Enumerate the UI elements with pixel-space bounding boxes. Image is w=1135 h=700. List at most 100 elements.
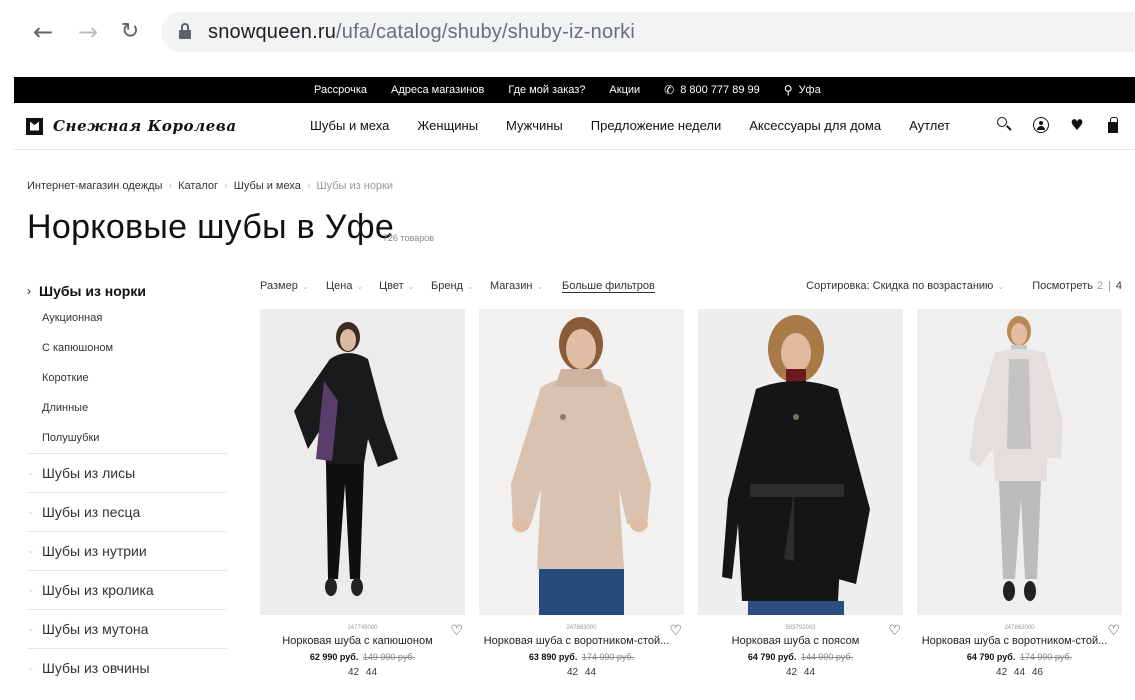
nav-women[interactable]: Женщины xyxy=(417,118,478,133)
product-card[interactable]: 247862000 Норковая шуба с воротником-сто… xyxy=(917,309,1122,678)
add-to-favorites-heart-icon[interactable]: ♡ xyxy=(1107,623,1120,639)
breadcrumb-catalog[interactable]: Каталог xyxy=(178,180,218,192)
product-sku: 503792003 xyxy=(785,625,816,631)
breadcrumb: Интернет-магазин одежды › Каталог › Шубы и… xyxy=(27,180,393,192)
chevron-down-icon: ⌄ xyxy=(536,282,544,291)
sidebar-item-mink[interactable]: › Шубы из норки xyxy=(27,278,227,303)
breadcrumb-home[interactable]: Интернет-магазин одежды xyxy=(27,180,162,192)
favorites-heart-icon[interactable]: ♥ xyxy=(1069,117,1085,133)
product-count: 726 товаров xyxy=(383,233,435,243)
forward-arrow-icon[interactable]: → xyxy=(74,18,102,46)
topbar-promotions-link[interactable]: Акции xyxy=(609,84,640,96)
product-name[interactable]: Норковая шуба с капюшоном xyxy=(260,635,465,647)
topbar-store-addresses-link[interactable]: Адреса магазинов xyxy=(391,84,484,96)
product-name[interactable]: Норковая шуба с воротником-стой... xyxy=(479,635,684,647)
product-name[interactable]: Норковая шуба с поясом xyxy=(698,635,903,647)
filter-size[interactable]: Размер ⌄ xyxy=(260,280,309,292)
url-text[interactable]: snowqueen.ru/ufa/catalog/shuby/shuby-iz-… xyxy=(208,21,635,44)
chevron-down-icon: ⌄ xyxy=(356,282,364,291)
sidebar-subitem-short[interactable]: Короткие xyxy=(27,363,227,393)
nav-outlet[interactable]: Аутлет xyxy=(909,118,950,133)
topbar-city-selector[interactable]: ⚲ Уфа xyxy=(784,83,821,97)
lock-icon[interactable] xyxy=(179,23,191,39)
shopping-bag-icon[interactable] xyxy=(1105,117,1121,133)
header-icons: ♥ xyxy=(997,117,1121,133)
breadcrumb-separator: › xyxy=(168,180,173,192)
chevron-down-icon: ⌄ xyxy=(27,624,35,634)
browser-toolbar: ← → ↻ snowqueen.ru/ufa/catalog/shuby/shu… xyxy=(0,0,1135,64)
product-card[interactable]: 247748000 Норковая шуба с капюшоном 62 9… xyxy=(260,309,465,678)
filter-store[interactable]: Магазин ⌄ xyxy=(490,280,543,292)
topbar-installment-link[interactable]: Рассрочка xyxy=(314,84,367,96)
page-title: Норковые шубы в Уфе xyxy=(27,208,395,246)
product-sizes: 42 44 46 xyxy=(996,667,1043,678)
filter-bar: Размер ⌄ Цена ⌄ Цвет ⌄ Бренд ⌄ Магазин ⌄ Боль… xyxy=(260,280,1122,296)
product-image[interactable] xyxy=(698,309,903,615)
sort-dropdown[interactable]: Сортировка: Скидка по возрастанию ⌄ xyxy=(806,280,1004,292)
address-bar[interactable]: snowqueen.ru/ufa/catalog/shuby/shuby-iz-… xyxy=(161,12,1135,52)
sidebar-item-nutria[interactable]: ⌄ Шубы из нутрии xyxy=(27,531,227,570)
breadcrumb-furs[interactable]: Шубы и меха xyxy=(234,180,301,192)
filter-brand[interactable]: Бренд ⌄ xyxy=(431,280,474,292)
logo-text: Снежная Королева xyxy=(53,117,237,135)
chevron-down-icon: ⌄ xyxy=(27,663,35,673)
nav-men[interactable]: Мужчины xyxy=(506,118,563,133)
search-icon[interactable] xyxy=(997,117,1013,133)
nav-weekly-offer[interactable]: Предложение недели xyxy=(591,118,721,133)
sidebar-subitem-auction[interactable]: Аукционная xyxy=(27,303,227,333)
product-price: 62 990 руб. 149 990 руб. xyxy=(309,652,416,662)
product-name[interactable]: Норковая шуба с воротником-стой... xyxy=(917,635,1122,647)
product-price: 64 790 руб. 144 990 руб. xyxy=(747,652,854,662)
site-header: Снежная Королева Шубы и меха Женщины Муж… xyxy=(14,103,1135,150)
sidebar-item-rabbit[interactable]: ⌄ Шубы из кролика xyxy=(27,570,227,609)
breadcrumb-current: Шубы из норки xyxy=(316,180,394,192)
product-sizes: 42 44 xyxy=(566,667,597,678)
view-4-columns[interactable]: 4 xyxy=(1116,280,1122,292)
chevron-down-icon: ⌄ xyxy=(301,282,309,291)
main-nav: Шубы и меха Женщины Мужчины Предложение … xyxy=(310,118,978,133)
filter-color[interactable]: Цвет ⌄ xyxy=(379,280,414,292)
product-sku: 247862000 xyxy=(1004,625,1035,631)
location-pin-icon: ⚲ xyxy=(783,83,793,97)
chevron-down-icon: ⌄ xyxy=(27,585,35,595)
add-to-favorites-heart-icon[interactable]: ♡ xyxy=(888,623,901,639)
logo-mark-icon xyxy=(26,117,43,135)
product-card[interactable]: 247863000 Норковая шуба с воротником-сто… xyxy=(479,309,684,678)
reload-icon[interactable]: ↻ xyxy=(116,18,144,46)
add-to-favorites-heart-icon[interactable]: ♡ xyxy=(450,623,463,639)
sidebar-item-fox[interactable]: ⌄ Шубы из лисы xyxy=(27,453,227,492)
site-logo[interactable]: Снежная Королева xyxy=(26,117,237,135)
sidebar-item-arctic-fox[interactable]: ⌄ Шубы из песца xyxy=(27,492,227,531)
breadcrumb-separator: › xyxy=(224,180,228,192)
chevron-down-icon: ⌄ xyxy=(407,282,415,291)
topbar-phone-link[interactable]: ✆ 8 800 777 89 99 xyxy=(664,83,760,97)
sidebar-subitem-long[interactable]: Длинные xyxy=(27,393,227,423)
chevron-down-icon: ⌄ xyxy=(466,282,474,291)
product-image[interactable] xyxy=(917,309,1122,615)
breadcrumb-separator: › xyxy=(306,180,311,192)
back-arrow-icon[interactable]: ← xyxy=(29,18,57,46)
filter-price[interactable]: Цена ⌄ xyxy=(326,280,363,292)
sidebar-item-sheepskin[interactable]: ⌄ Шубы из овчины xyxy=(27,648,227,687)
user-account-icon[interactable] xyxy=(1033,117,1049,133)
product-sizes: 42 44 xyxy=(347,667,378,678)
view-switcher: Посмотреть 2 | 4 xyxy=(1032,280,1122,292)
nav-furs[interactable]: Шубы и меха xyxy=(310,118,389,133)
chevron-down-icon: ⌄ xyxy=(27,546,35,556)
sidebar-subitem-hooded[interactable]: С капюшоном xyxy=(27,333,227,363)
add-to-favorites-heart-icon[interactable]: ♡ xyxy=(669,623,682,639)
product-sizes: 42 44 xyxy=(785,667,816,678)
nav-home-accessories[interactable]: Аксессуары для дома xyxy=(749,118,881,133)
product-price: 63 890 руб. 174 990 руб. xyxy=(528,652,635,662)
chevron-down-icon: ⌄ xyxy=(27,468,35,478)
view-2-columns[interactable]: 2 xyxy=(1097,280,1103,292)
product-card[interactable]: 503792003 Норковая шуба с поясом 64 790 … xyxy=(698,309,903,678)
product-sku: 247863000 xyxy=(566,625,597,631)
topbar-order-tracking-link[interactable]: Где мой заказ? xyxy=(508,84,585,96)
sidebar-subitem-half-coats[interactable]: Полушубки xyxy=(27,423,227,453)
top-utility-bar: Рассрочка Адреса магазинов Где мой заказ… xyxy=(14,77,1135,103)
product-image[interactable] xyxy=(479,309,684,615)
more-filters-link[interactable]: Больше фильтров xyxy=(562,280,655,293)
product-image[interactable] xyxy=(260,309,465,615)
sidebar-item-mouton[interactable]: ⌄ Шубы из мутона xyxy=(27,609,227,648)
